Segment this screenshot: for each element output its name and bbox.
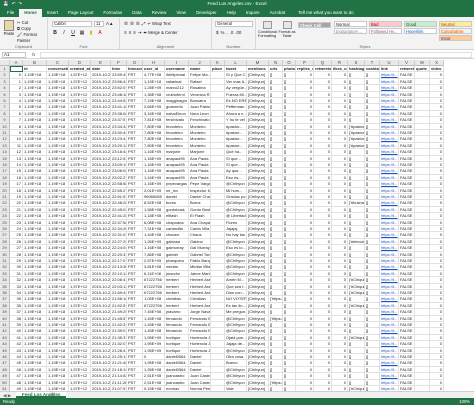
style-followed-hyperlink[interactable]: Followed Hy... [369, 28, 402, 34]
wrap-icon: ↵ [147, 21, 151, 26]
formula-bar: A1 fx [0, 51, 474, 59]
tab-data[interactable]: Data [127, 9, 147, 17]
merge-center-button[interactable]: ⬌ Merge & Center [143, 30, 177, 36]
wrap-text-button[interactable]: ↵ Wrap Text [147, 21, 170, 27]
tab-acrobat[interactable]: Acrobat [265, 9, 291, 17]
status-bar: Ready 100% [0, 398, 474, 405]
formula-input[interactable] [40, 52, 472, 58]
align-center-icon[interactable]: ≡ [129, 30, 132, 36]
font-size-select[interactable]: 11 [94, 21, 104, 27]
status-ready: Ready [3, 399, 16, 404]
bold-button[interactable]: B [52, 30, 58, 36]
tab-help[interactable]: Help [222, 9, 241, 17]
tab-home[interactable]: Home [19, 9, 42, 17]
copy-icon: ⧉ [17, 26, 20, 31]
zoom-level[interactable]: 100% [459, 399, 470, 404]
tab-view[interactable]: View [171, 9, 191, 17]
spreadsheet-grid[interactable]: ABCDEFGHIJKLMNOPQRSTUVWX1idconversation_… [0, 60, 474, 391]
alignment-group: ☰ ☰ ☰ ⤢ ↵ Wrap Text ≡ ≡ ≡ ⇥ ⬌ Merge & Ce… [120, 18, 212, 49]
tab-developer[interactable]: Developer [191, 9, 222, 17]
tell-me-search[interactable]: Tell me what you want to do [298, 9, 354, 17]
style-good[interactable]: Good [404, 21, 437, 27]
tab-formulas[interactable]: Formulas [98, 9, 127, 17]
paste-button[interactable]: Paste [3, 20, 15, 36]
title-bar: 💾 ↶ ↷ Feed Los Angeles.csv - Excel [0, 0, 474, 7]
style-bad[interactable]: Bad [369, 21, 402, 27]
styles-group: Conditional Formatting Format as Table C… [256, 18, 474, 49]
font-color-icon[interactable]: A [97, 30, 103, 36]
clipboard-icon [4, 20, 14, 31]
conditional-format-icon [262, 21, 272, 29]
indent-icon[interactable]: ⇥ [138, 30, 142, 36]
fx-icon[interactable]: fx [32, 52, 36, 57]
format-as-table-button[interactable]: Format as Table [278, 21, 296, 38]
style-normal[interactable]: Normal [334, 21, 367, 27]
scissors-icon: ✂ [17, 20, 21, 25]
name-box[interactable]: A1 [2, 52, 26, 58]
ribbon: Paste ✂ Cut ⧉ Copy 🖌 Format Painter Clip… [0, 17, 474, 50]
tab-review[interactable]: Review [147, 9, 172, 17]
percent-icon[interactable]: % [220, 30, 224, 35]
orientation-icon[interactable]: ⤢ [142, 21, 146, 27]
number-format-select[interactable]: General [215, 21, 253, 27]
style-neutral[interactable]: Neutral [439, 21, 472, 27]
style-explanatory[interactable]: Explanatory ... [334, 28, 367, 34]
comma-icon[interactable]: , [226, 30, 227, 35]
table-icon [282, 21, 292, 29]
style-check-cell[interactable]: Check Cell [298, 22, 331, 28]
align-bottom-icon[interactable]: ☰ [136, 21, 140, 27]
italic-button[interactable]: I [61, 30, 67, 36]
tab-inquire[interactable]: Inquire [241, 9, 265, 17]
increase-decimal-icon[interactable]: .0 [230, 30, 234, 35]
decrease-decimal-icon[interactable]: .00 [235, 30, 241, 35]
borders-icon[interactable]: ▦ [79, 30, 85, 36]
font-group: Calibri 11 A▲ B I U ▦ ▮ A Font [48, 18, 120, 49]
align-left-icon[interactable]: ≡ [124, 30, 127, 36]
brush-icon: 🖌 [17, 32, 23, 37]
align-top-icon[interactable]: ☰ [124, 21, 128, 27]
tab-page-layout[interactable]: Page Layout [63, 9, 98, 17]
underline-button[interactable]: U [70, 30, 76, 36]
fill-color-icon[interactable]: ▮ [88, 30, 94, 36]
style-hyperlink[interactable]: Hyperlink [404, 28, 437, 34]
font-name-select[interactable]: Calibri [52, 21, 92, 27]
align-middle-icon[interactable]: ☰ [130, 21, 134, 27]
active-cell-selection [10, 66, 23, 73]
grow-font-icon[interactable]: A▲ [106, 21, 113, 27]
style-calculation[interactable]: Calculation [439, 28, 472, 34]
style-input[interactable]: Input [439, 35, 472, 41]
clipboard-group: Paste ✂ Cut ⧉ Copy 🖌 Format Painter Clip… [0, 18, 48, 49]
conditional-formatting-button[interactable]: Conditional Formatting [258, 21, 277, 38]
align-right-icon[interactable]: ≡ [133, 30, 136, 36]
currency-icon[interactable]: $ [216, 30, 218, 35]
merge-icon: ⬌ [143, 30, 147, 35]
ribbon-tabs: File Home Insert Page Layout Formulas Data Rev… [0, 7, 474, 17]
sheet-tab-bar: ◀ ▶ Feed Los Angeles ⊕ [0, 391, 474, 398]
format-painter-button[interactable]: 🖌 Format Painter [17, 32, 47, 44]
window-title: Feed Los Angeles.csv - Excel [207, 1, 267, 6]
number-group: General $ % , .0 .00 Number [212, 18, 256, 49]
tab-insert[interactable]: Insert [42, 9, 63, 17]
tab-file[interactable]: File [2, 9, 19, 17]
